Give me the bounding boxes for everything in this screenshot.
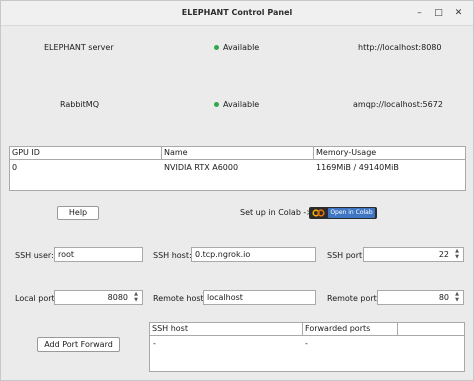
title-bar: ELEPHANT Control Panel – □ ✕ [1, 1, 473, 26]
remote-port-spinner[interactable]: ▲ ▼ [452, 291, 462, 304]
remote-port-value: 80 [438, 293, 449, 302]
service-status-elephant: Available [223, 43, 260, 52]
local-port-label: Local port: [15, 294, 58, 303]
ssh-port-value: 22 [438, 250, 449, 259]
ssh-port-input[interactable]: 22 ▲ ▼ [363, 247, 464, 262]
remote-host-label: Remote host: [153, 294, 207, 303]
help-button[interactable]: Help [57, 206, 99, 220]
gpu-table-header-id: GPU ID [10, 147, 162, 160]
service-name-rabbitmq: RabbitMQ [60, 100, 99, 109]
gpu-cell-name: NVIDIA RTX A6000 [164, 163, 239, 172]
remote-port-label: Remote port: [327, 294, 380, 303]
ssh-port-spinner[interactable]: ▲ ▼ [452, 248, 462, 261]
window-title: ELEPHANT Control Panel [181, 8, 293, 17]
spin-down-icon[interactable]: ▼ [452, 254, 462, 260]
service-url-elephant: http://localhost:8080 [358, 43, 442, 52]
gpu-table-header-memory: Memory-Usage [314, 147, 465, 160]
forward-table-header-ports: Forwarded ports [303, 323, 398, 336]
spin-down-icon[interactable]: ▼ [131, 297, 141, 303]
spin-down-icon[interactable]: ▼ [452, 297, 462, 303]
colab-badge-label: Open in Colab [328, 208, 375, 218]
remote-port-input[interactable]: 80 ▲ ▼ [377, 290, 464, 305]
remote-host-input[interactable]: localhost [203, 290, 316, 305]
local-port-spinner[interactable]: ▲ ▼ [131, 291, 141, 304]
forward-table-header-ssh-host: SSH host [150, 323, 303, 336]
ssh-host-label: SSH host: [153, 251, 192, 260]
forward-cell-ports: - [305, 339, 308, 348]
ssh-port-label: SSH port: [327, 251, 365, 260]
close-icon[interactable]: ✕ [452, 7, 465, 20]
add-port-forward-button[interactable]: Add Port Forward [37, 337, 120, 352]
colab-prompt: Set up in Colab -> [240, 208, 314, 217]
main-window: ELEPHANT Control Panel – □ ✕ ELEPHANT se… [0, 0, 474, 381]
gpu-table: GPU ID Name Memory-Usage 0 NVIDIA RTX A6… [9, 146, 466, 191]
ssh-user-label: SSH user: [15, 251, 54, 260]
ssh-host-input[interactable]: 0.tcp.ngrok.io [191, 247, 316, 262]
forward-cell-ssh-host: - [153, 339, 156, 348]
gpu-cell-id: 0 [12, 163, 18, 172]
forward-table: SSH host Forwarded ports - - [149, 322, 465, 372]
status-dot-icon [214, 45, 219, 50]
colab-logo-icon [312, 209, 325, 217]
local-port-input[interactable]: 8080 ▲ ▼ [54, 290, 143, 305]
forward-table-header-extra [398, 323, 464, 336]
open-in-colab-button[interactable]: Open in Colab [309, 207, 377, 219]
service-name-elephant: ELEPHANT server [44, 43, 114, 52]
ssh-user-input[interactable]: root [54, 247, 143, 262]
service-url-rabbitmq: amqp://localhost:5672 [353, 100, 443, 109]
minimize-icon[interactable]: – [413, 7, 426, 20]
gpu-cell-memory: 1169MiB / 49140MiB [316, 163, 399, 172]
gpu-table-header-name: Name [162, 147, 314, 160]
status-dot-icon [214, 102, 219, 107]
maximize-icon[interactable]: □ [432, 7, 445, 20]
service-status-rabbitmq: Available [223, 100, 260, 109]
local-port-value: 8080 [107, 293, 128, 302]
